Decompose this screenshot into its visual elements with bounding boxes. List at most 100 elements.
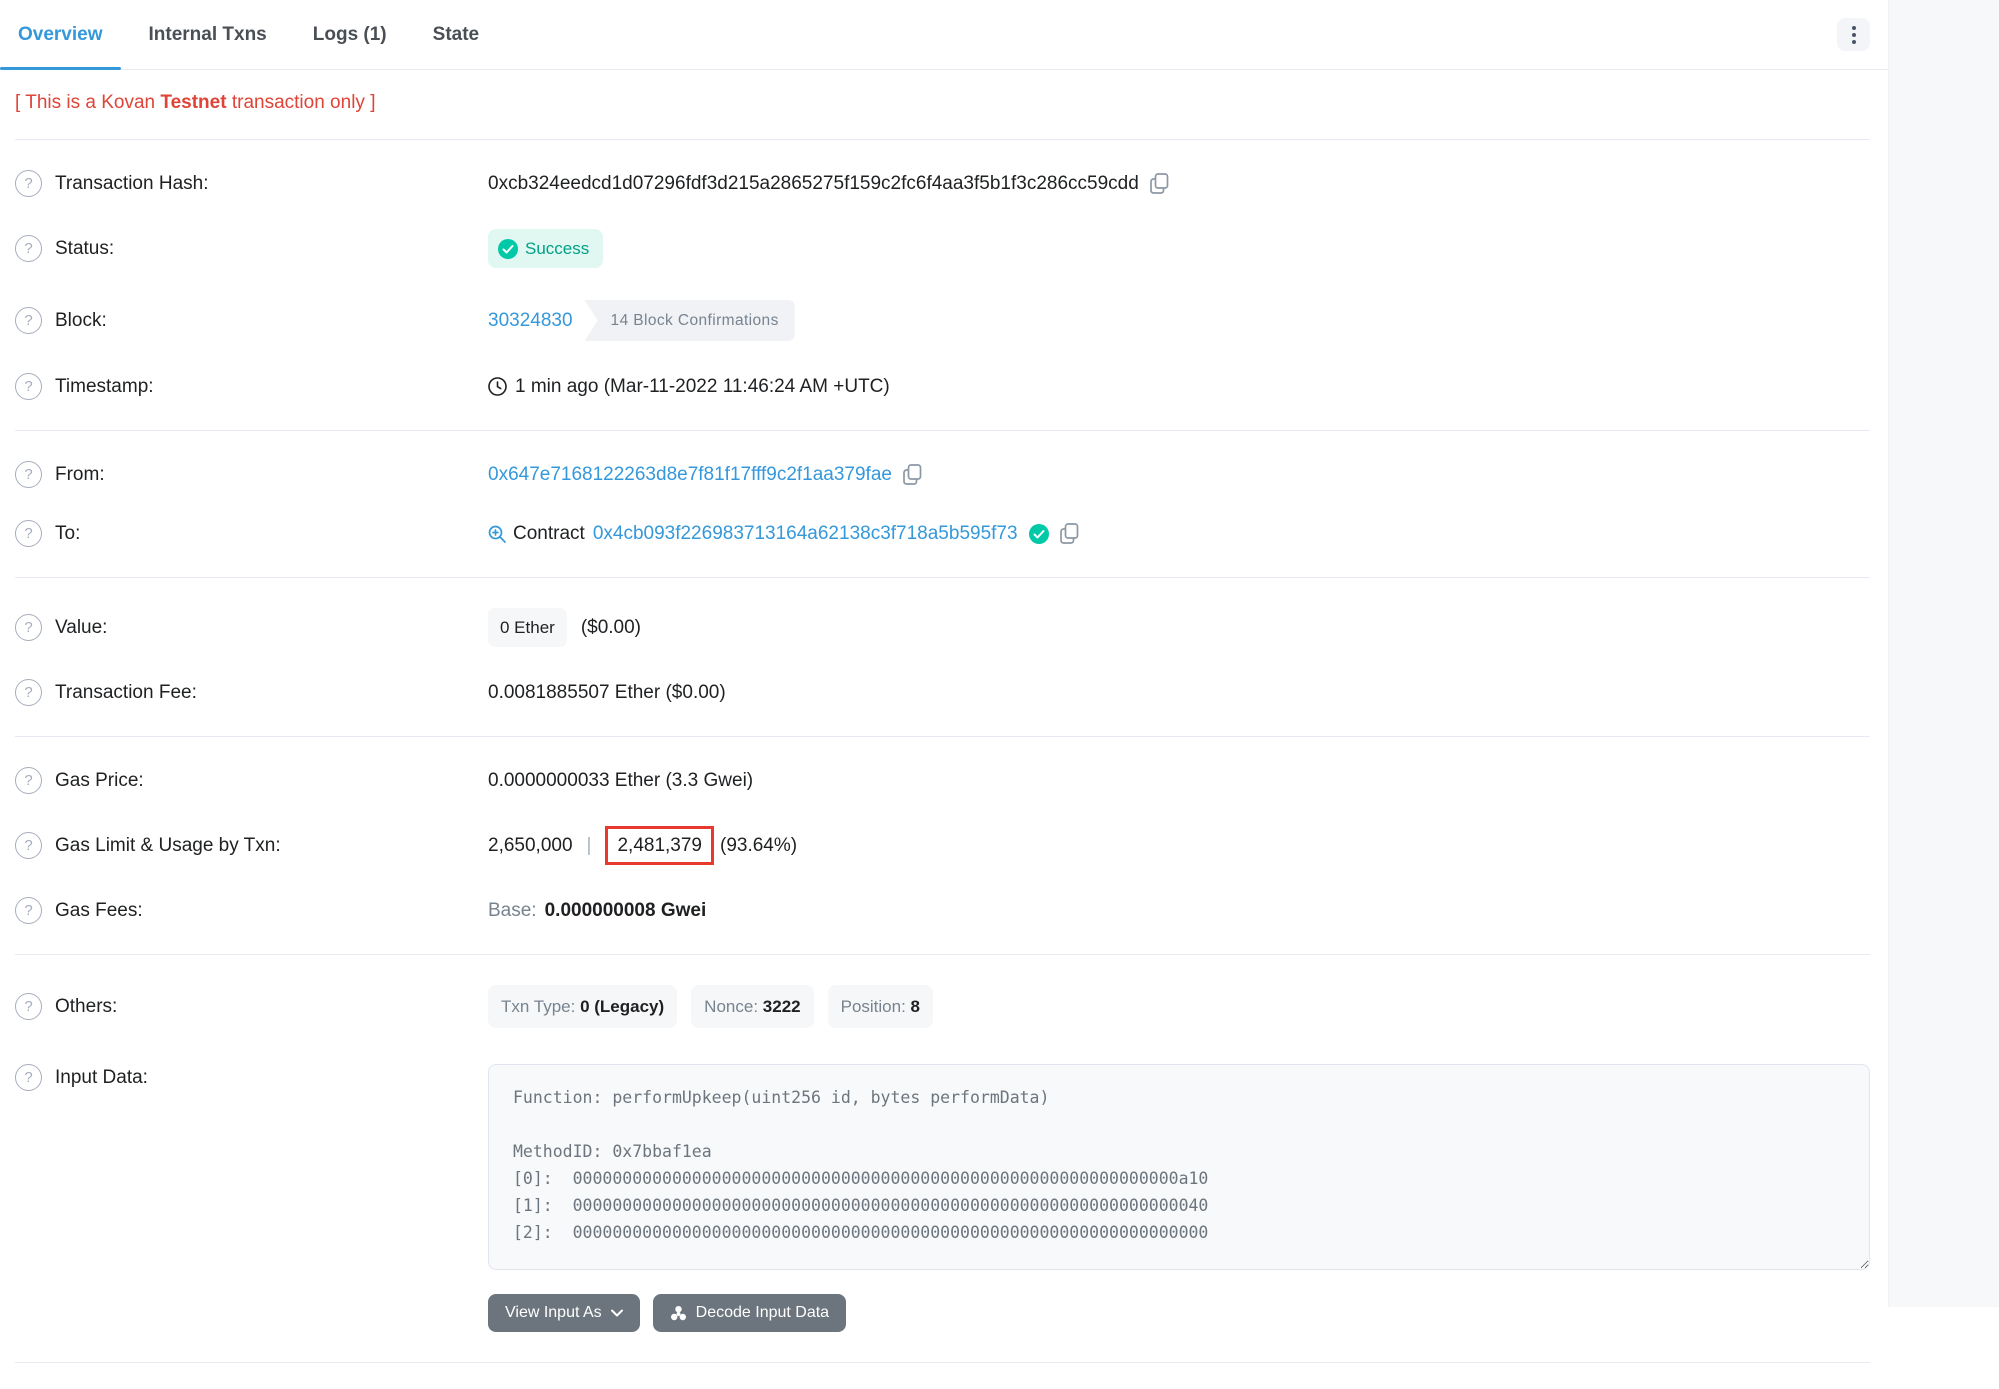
input-data-area: Function: performUpkeep(uint256 id, byte…	[488, 1064, 1870, 1332]
row-timestamp: ? Timestamp: 1 min ago (Mar-11-2022 11:4…	[15, 357, 1870, 416]
base-fee-value: 0.000000008 Gwei	[545, 897, 707, 924]
tab-internal-txns[interactable]: Internal Txns	[131, 0, 285, 69]
help-icon[interactable]: ?	[15, 373, 42, 400]
gas-used-highlight-box: 2,481,379	[605, 826, 714, 865]
label-cell: ? Transaction Hash:	[15, 170, 488, 197]
gas-price-label: Gas Price:	[55, 767, 144, 794]
row-others: ? Others: Txn Type: 0 (Legacy) Nonce: 32…	[15, 969, 1870, 1044]
copy-icon	[1060, 523, 1079, 544]
timestamp-label: Timestamp:	[55, 373, 154, 400]
label-cell: ? Block:	[15, 307, 488, 334]
txn-type-value: 0 (Legacy)	[580, 997, 664, 1016]
transaction-fee-label: Transaction Fee:	[55, 679, 197, 706]
help-icon[interactable]: ?	[15, 767, 42, 794]
label-cell: ? Input Data:	[15, 1064, 488, 1091]
label-cell: ? Gas Fees:	[15, 897, 488, 924]
bottom-spacer	[15, 1363, 1870, 1389]
label-cell: ? Transaction Fee:	[15, 679, 488, 706]
help-icon[interactable]: ?	[15, 520, 42, 547]
more-options-button[interactable]	[1837, 18, 1870, 51]
transaction-hash-label: Transaction Hash:	[55, 170, 208, 197]
copy-button[interactable]	[1150, 173, 1169, 194]
status-label: Status:	[55, 235, 114, 262]
to-address-link[interactable]: 0x4cb093f226983713164a62138c3f718a5b595f…	[593, 520, 1018, 547]
label-cell: ? Value:	[15, 614, 488, 641]
gas-price-value: 0.0000000033 Ether (3.3 Gwei)	[488, 767, 753, 794]
help-icon[interactable]: ?	[15, 235, 42, 262]
warning-suffix: transaction only ]	[227, 92, 376, 113]
view-input-as-button[interactable]: View Input As	[488, 1294, 640, 1332]
help-icon[interactable]: ?	[15, 679, 42, 706]
section-others: ? Others: Txn Type: 0 (Legacy) Nonce: 32…	[15, 955, 1870, 1362]
status-badge: Success	[488, 229, 603, 268]
input-data-textarea[interactable]: Function: performUpkeep(uint256 id, byte…	[488, 1064, 1870, 1270]
tab-logs[interactable]: Logs (1)	[295, 0, 405, 69]
help-icon[interactable]: ?	[15, 614, 42, 641]
row-input-data: ? Input Data: Function: performUpkeep(ui…	[15, 1044, 1870, 1348]
position-value: 8	[911, 997, 920, 1016]
section-gas: ? Gas Price: 0.0000000033 Ether (3.3 Gwe…	[15, 737, 1870, 954]
warning-bold: Testnet	[160, 92, 226, 113]
copy-icon	[1150, 173, 1169, 194]
copy-button[interactable]	[1060, 523, 1079, 544]
label-cell: ? Others:	[15, 993, 488, 1020]
tab-state[interactable]: State	[415, 0, 497, 69]
block-number-link[interactable]: 30324830	[488, 307, 573, 334]
gas-limit-label: Gas Limit & Usage by Txn:	[55, 832, 281, 859]
row-block: ? Block: 30324830 14 Block Confirmations	[15, 284, 1870, 357]
warning-prefix: [ This is a Kovan	[15, 92, 160, 113]
chevron-down-icon	[611, 1309, 623, 1317]
position-label: Position:	[841, 997, 906, 1016]
to-contract-prefix: Contract	[513, 520, 585, 547]
copy-icon	[903, 464, 922, 485]
check-circle-icon	[498, 239, 518, 259]
row-transaction-hash: ? Transaction Hash: 0xcb324eedcd1d07296f…	[15, 154, 1870, 213]
help-icon[interactable]: ?	[15, 1064, 42, 1091]
testnet-warning: [ This is a Kovan Testnet transaction on…	[15, 70, 1870, 139]
base-fee-label: Base:	[488, 897, 537, 924]
label-cell: ? From:	[15, 461, 488, 488]
tabs: Overview Internal Txns Logs (1) State	[0, 0, 507, 69]
help-icon[interactable]: ?	[15, 307, 42, 334]
magnifier-plus-icon[interactable]	[488, 525, 506, 543]
from-address-link[interactable]: 0x647e7168122263d8e7f81f17fff9c2f1aa379f…	[488, 461, 892, 488]
overview-panel: [ This is a Kovan Testnet transaction on…	[0, 70, 1888, 1389]
tab-bar: Overview Internal Txns Logs (1) State	[0, 0, 1888, 70]
help-icon[interactable]: ?	[15, 993, 42, 1020]
from-label: From:	[55, 461, 105, 488]
section-summary: ? Transaction Hash: 0xcb324eedcd1d07296f…	[15, 140, 1870, 430]
kebab-dot-icon	[1852, 26, 1856, 30]
verified-check-icon	[1029, 524, 1049, 544]
tab-overview[interactable]: Overview	[0, 0, 121, 69]
row-gas-price: ? Gas Price: 0.0000000033 Ether (3.3 Gwe…	[15, 751, 1870, 810]
row-transaction-fee: ? Transaction Fee: 0.0081885507 Ether ($…	[15, 663, 1870, 722]
help-icon[interactable]: ?	[15, 170, 42, 197]
txn-type-chip: Txn Type: 0 (Legacy)	[488, 985, 677, 1028]
gas-used-percent: (93.64%)	[720, 832, 797, 859]
row-gas-limit-usage: ? Gas Limit & Usage by Txn: 2,650,000 | …	[15, 810, 1870, 881]
help-icon[interactable]: ?	[15, 897, 42, 924]
transaction-card: Overview Internal Txns Logs (1) State [ …	[0, 0, 1888, 1307]
label-cell: ? Gas Price:	[15, 767, 488, 794]
timestamp-value: 1 min ago (Mar-11-2022 11:46:24 AM +UTC)	[515, 373, 890, 400]
to-label: To:	[55, 520, 80, 547]
label-cell: ? To:	[15, 520, 488, 547]
kebab-dot-icon	[1852, 33, 1856, 37]
nonce-value: 3222	[763, 997, 801, 1016]
transaction-fee-value: 0.0081885507 Ether ($0.00)	[488, 679, 726, 706]
usd-value: ($0.00)	[581, 614, 641, 641]
help-icon[interactable]: ?	[15, 461, 42, 488]
copy-button[interactable]	[903, 464, 922, 485]
input-data-label: Input Data:	[55, 1064, 148, 1091]
ether-value-badge: 0 Ether	[488, 608, 567, 647]
gas-used-value: 2,481,379	[617, 835, 702, 856]
help-icon[interactable]: ?	[15, 832, 42, 859]
kebab-dot-icon	[1852, 40, 1856, 44]
decode-input-data-button[interactable]: Decode Input Data	[653, 1294, 846, 1332]
row-value: ? Value: 0 Ether ($0.00)	[15, 592, 1870, 663]
decode-icon	[670, 1305, 687, 1322]
block-confirmations-badge: 14 Block Confirmations	[585, 300, 795, 341]
others-label: Others:	[55, 993, 117, 1020]
label-cell: ? Timestamp:	[15, 373, 488, 400]
position-chip: Position: 8	[828, 985, 933, 1028]
